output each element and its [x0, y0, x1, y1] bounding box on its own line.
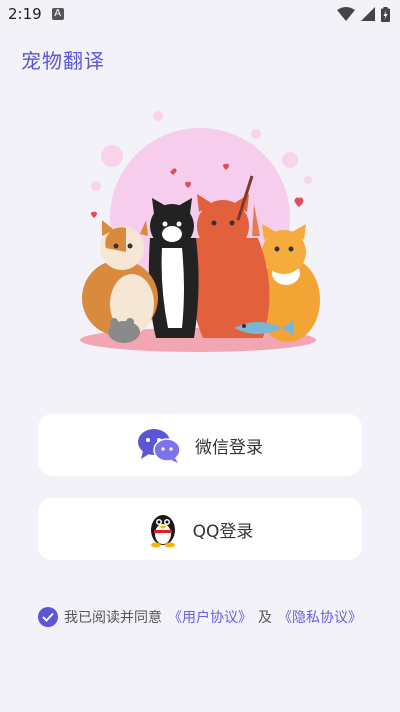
battery-icon: [381, 6, 390, 22]
agreement-row: 我已阅读并同意 《用户协议》 及 《隐私协议》: [38, 607, 362, 627]
pets-illustration: [80, 111, 320, 352]
agreement-text: 我已阅读并同意: [64, 610, 162, 626]
notification-icon: A: [51, 8, 64, 20]
user-agreement-link[interactable]: 《用户协议》: [168, 607, 252, 627]
wechat-icon: [138, 429, 181, 463]
check-icon: [42, 612, 54, 622]
wifi-icon: [337, 7, 355, 21]
status-bar: 2:19 A: [0, 0, 400, 28]
signal-icon: [361, 7, 375, 21]
qq-penguin-icon: [150, 515, 175, 548]
privacy-policy-link[interactable]: 《隐私协议》: [278, 607, 362, 627]
wechat-login-button[interactable]: 微信登录: [38, 414, 362, 476]
status-time: 2:19: [8, 5, 42, 23]
wechat-login-label: 微信登录: [195, 437, 263, 458]
qq-login-label: QQ登录: [192, 521, 254, 542]
agreement-conjunction: 及: [258, 610, 272, 626]
app-title: 宠物翻译: [21, 49, 105, 73]
agreement-checkbox[interactable]: [38, 607, 58, 627]
qq-login-button[interactable]: QQ登录: [38, 498, 362, 560]
